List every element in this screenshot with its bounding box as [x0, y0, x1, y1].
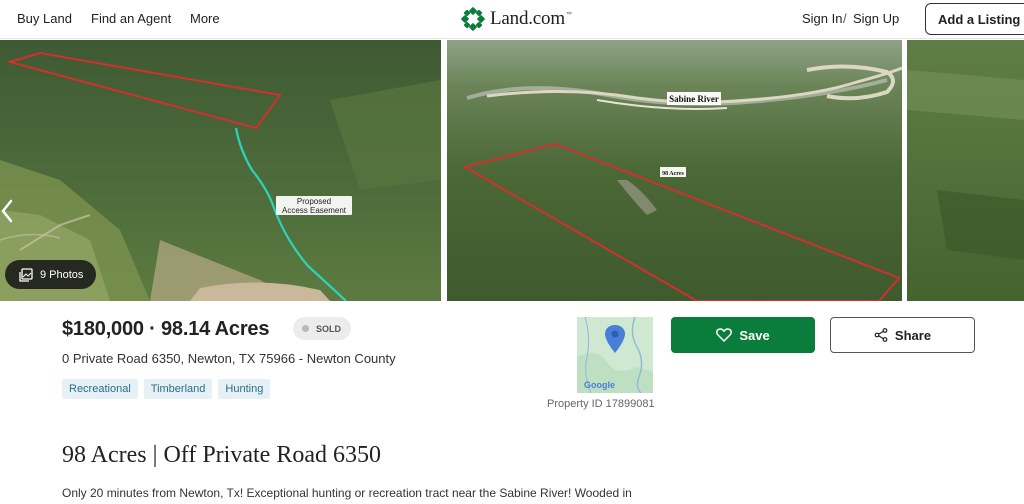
status-dot [302, 325, 309, 332]
view-photos-button[interactable]: 9 Photos [5, 260, 96, 289]
sign-up-link[interactable]: Sign Up [853, 11, 899, 26]
auth-separator: / [843, 11, 847, 26]
photos-count-label: 9 Photos [40, 268, 84, 281]
tag-timberland[interactable]: Timberland [143, 379, 213, 399]
save-button[interactable]: Save [671, 317, 815, 353]
save-label: Save [739, 327, 770, 343]
tag-hunting[interactable]: Hunting [218, 379, 271, 399]
sabine-river-label: Sabine River [669, 94, 719, 104]
share-label: Share [894, 327, 932, 343]
add-listing-button[interactable]: Add a Listing [925, 3, 1024, 35]
nav-more[interactable]: More [190, 11, 220, 26]
gallery-photo-2[interactable]: Sabine River 98 Acres [447, 40, 902, 301]
photo-annotation-access-easement: Access Easement [282, 206, 347, 215]
share-icon [874, 328, 888, 342]
land-logo-icon [461, 7, 485, 31]
share-button[interactable]: Share [830, 317, 975, 353]
photos-icon [19, 267, 33, 282]
nav-find-an-agent[interactable]: Find an Agent [91, 11, 171, 26]
heart-icon [716, 328, 733, 342]
acres-label: 98 Acres [662, 171, 684, 177]
property-tags: Recreational Timberland Hunting [62, 379, 271, 399]
add-listing-label: Add a Listing [938, 11, 1021, 27]
tag-recreational[interactable]: Recreational [62, 379, 138, 399]
logo-text: Land.com [490, 8, 565, 29]
chevron-left-icon[interactable] [0, 198, 14, 224]
logo-trademark: ™ [565, 12, 572, 18]
status-badge: SOLD [293, 317, 352, 340]
status-label: SOLD [316, 323, 342, 334]
google-map-brand: Google [584, 380, 615, 390]
top-navigation: Buy Land Find an Agent More Land.com ™ S… [0, 0, 1024, 39]
gallery-photo-3[interactable] [907, 40, 1024, 301]
price-and-acreage: $180,000 · 98.14 Acres [62, 318, 270, 340]
listing-heading: 98 Acres | Off Private Road 6350 [62, 442, 381, 468]
photo-annotation-proposed: Proposed [297, 197, 331, 206]
property-id: Property ID 17899081 [547, 398, 655, 410]
photo-gallery: Proposed Access Easement Sabine River 98… [0, 40, 1024, 301]
location-map-thumbnail[interactable]: Google [577, 317, 653, 393]
property-address: 0 Private Road 6350, Newton, TX 75966 - … [62, 351, 396, 366]
sign-in-link[interactable]: Sign In [802, 11, 842, 26]
land-com-logo[interactable]: Land.com ™ [461, 7, 572, 31]
listing-description: Only 20 minutes from Newton, Tx! Excepti… [62, 486, 632, 500]
nav-buy-land[interactable]: Buy Land [17, 11, 72, 26]
